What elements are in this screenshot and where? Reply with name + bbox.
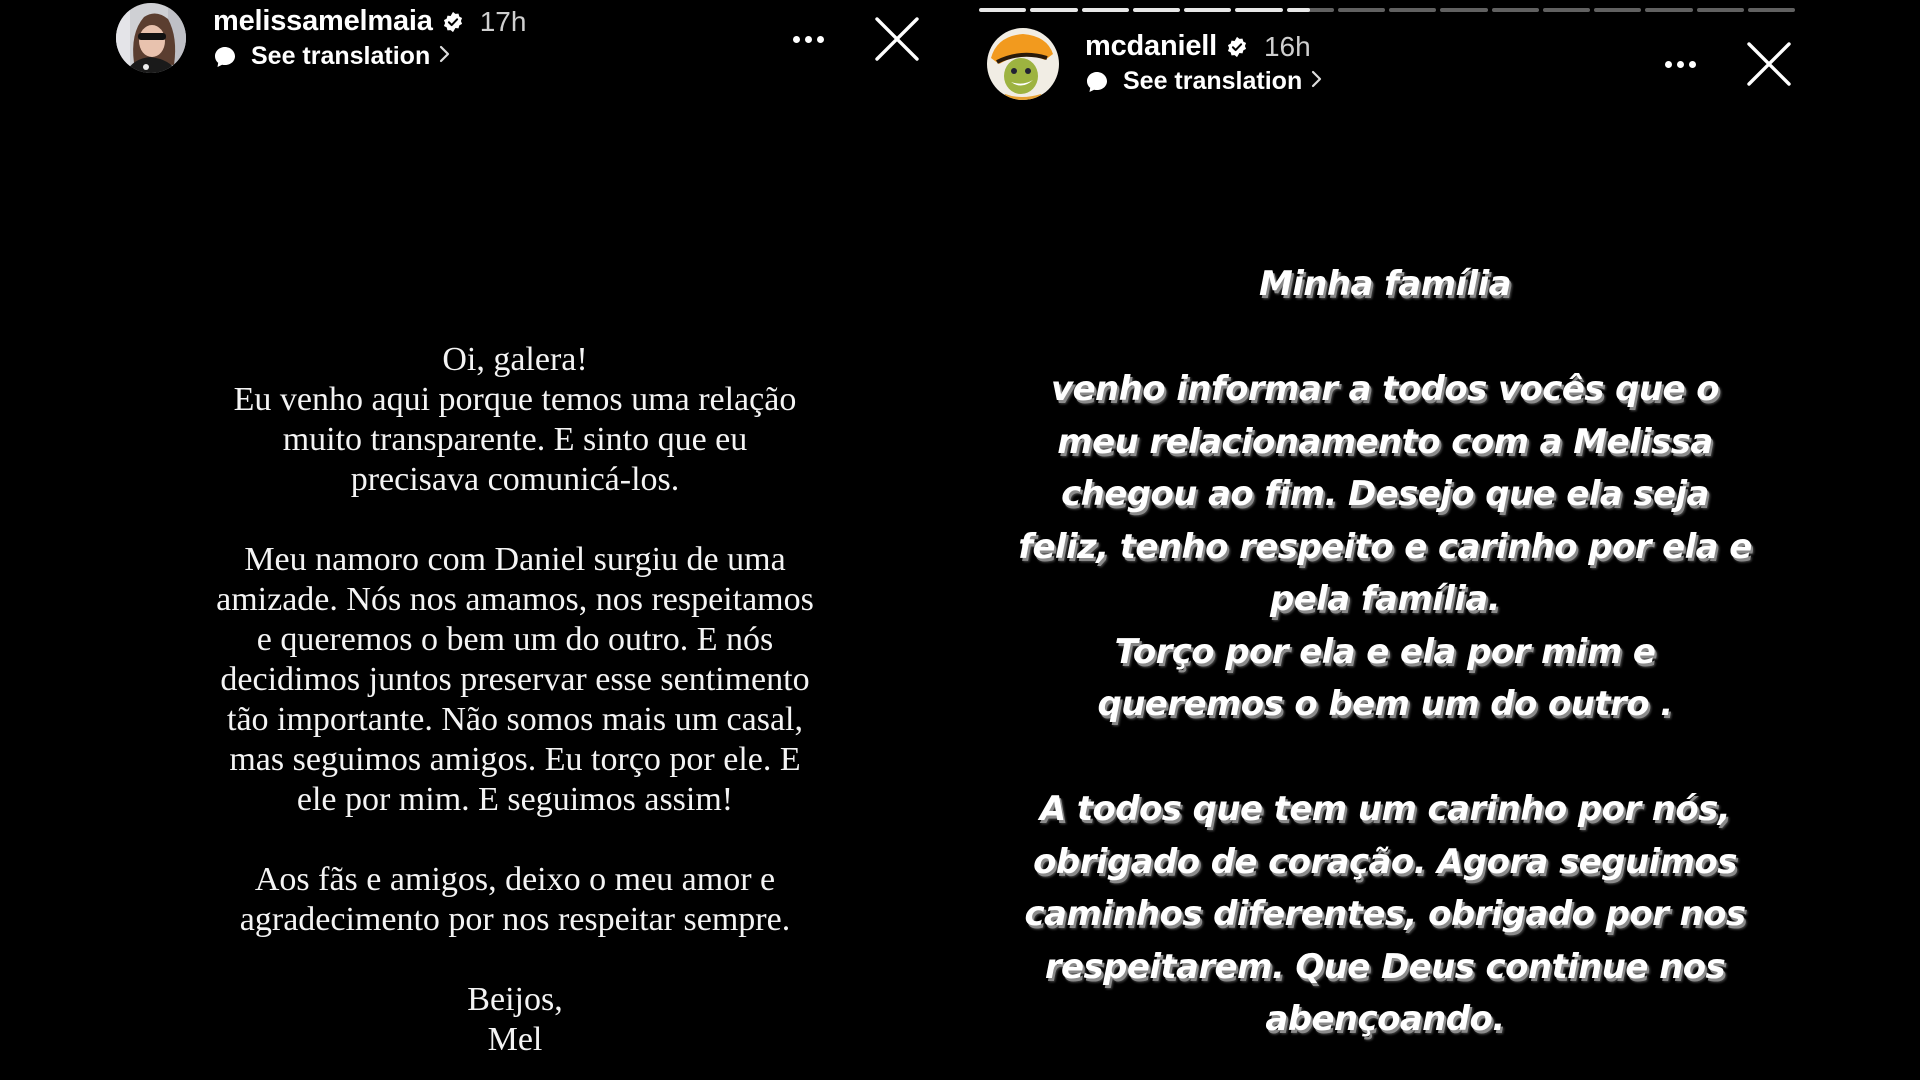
progress-segment (1696, 8, 1744, 12)
story-text-line: abençoando. (1265, 999, 1505, 1039)
verified-badge-icon (442, 11, 464, 33)
progress-segment (1542, 8, 1590, 12)
close-icon[interactable] (874, 16, 920, 62)
see-translation-button[interactable]: See translation (213, 42, 451, 71)
more-options-icon[interactable] (1665, 61, 1696, 68)
paragraph-spacer (980, 731, 1790, 784)
story-text-melissa: Oi, galera! Eu venho aqui porque temos um… (120, 340, 910, 1060)
username[interactable]: melissamelmaia (213, 5, 433, 38)
story-text-mcdaniell: Minha família venho informar a todos você… (980, 258, 1790, 1046)
progress-segment (1235, 8, 1283, 12)
story-text-line: pela família. (1269, 579, 1501, 619)
story-text-line: Meu namoro com Daniel surgiu de uma (244, 541, 786, 578)
story-text-line: queremos o bem um do outro . (1097, 684, 1673, 724)
avatar-mcdaniell[interactable] (987, 28, 1059, 100)
story-text-line: caminhos diferentes, obrigado por nos (1024, 894, 1746, 934)
story-text-line: chegou ao fim. Desejo que ela seja (1061, 474, 1709, 514)
progress-segment (1594, 8, 1642, 12)
story-text-line: e queremos o bem um do outro. E nós (256, 621, 774, 658)
story-text-line: amizade. Nós nos amamos, nos respeitamos (216, 581, 814, 618)
paragraph-spacer (120, 500, 910, 540)
story-header-user: melissamelmaia 17h (213, 5, 526, 38)
story-melissamelmaia[interactable]: melissamelmaia 17h See translation Oi, g… (100, 0, 940, 1080)
story-text-line: venho informar a todos vocês que o (1051, 369, 1720, 409)
verified-badge-icon (1226, 36, 1248, 58)
username[interactable]: mcdaniell (1085, 30, 1217, 63)
progress-segment (1337, 8, 1385, 12)
story-header-user: mcdaniell 16h (1085, 30, 1311, 63)
avatar-melissamelmaia[interactable] (116, 3, 186, 73)
progress-segment (1030, 8, 1078, 12)
story-text-line: muito transparente. E sinto que eu (282, 421, 748, 458)
progress-segment (979, 8, 1027, 12)
see-translation-label: See translation (1123, 67, 1303, 95)
chevron-right-icon (1311, 68, 1323, 96)
paragraph-spacer (980, 311, 1790, 364)
story-text-line: Torço por ela e ela por mim e (1114, 631, 1656, 672)
story-text-line: Beijos, (467, 981, 563, 1018)
story-text-line: Oi, galera! (442, 341, 588, 378)
story-text-line: precisava comunicá-los. (350, 461, 680, 498)
story-text-line: A todos que tem um carinho por nós, (1039, 789, 1731, 829)
story-text-line: Aos fãs e amigos, deixo o meu amor e (254, 861, 776, 898)
speech-bubble-icon (213, 45, 237, 69)
see-translation-label: See translation (251, 42, 431, 70)
more-options-icon[interactable] (793, 36, 824, 43)
progress-segment (1184, 8, 1232, 12)
story-text-line: meu relacionamento com a Melissa (1057, 421, 1713, 462)
story-text-line: Mel (487, 1021, 543, 1058)
paragraph-spacer (120, 940, 910, 980)
story-text-line: Minha família (1259, 264, 1512, 304)
story-text-line: respeitarem. Que Deus continue nos (1044, 946, 1726, 987)
progress-segment (1491, 8, 1539, 12)
chevron-right-icon (439, 43, 451, 71)
post-time: 16h (1263, 30, 1311, 62)
progress-segment (1645, 8, 1693, 12)
progress-segment (1389, 8, 1437, 12)
story-text-line: ele por mim. E seguimos assim! (296, 781, 734, 818)
story-progress-bar (979, 8, 1795, 12)
progress-segment (1440, 8, 1488, 12)
progress-segment (1132, 8, 1180, 12)
progress-segment (1747, 8, 1795, 12)
see-translation-button[interactable]: See translation (1085, 67, 1323, 96)
story-text-line: feliz, tenho respeito e carinho por ela … (1018, 526, 1752, 567)
story-text-line: agradecimento por nos respeitar sempre. (239, 901, 791, 938)
speech-bubble-icon (1085, 70, 1109, 94)
story-text-line: tão importante. Não somos mais um casal, (227, 701, 803, 738)
story-text-line: obrigado de coração. Agora seguimos (1033, 841, 1737, 882)
paragraph-spacer (120, 820, 910, 860)
story-mcdaniell[interactable]: mcdaniell 16h See translation Minha famí… (970, 0, 1810, 1080)
progress-segment (1286, 8, 1334, 12)
post-time: 17h (479, 5, 527, 37)
close-icon[interactable] (1746, 41, 1792, 87)
story-text-line: mas seguimos amigos. Eu torço por ele. E (229, 741, 801, 778)
story-text-line: decidimos juntos preservar esse sentimen… (220, 661, 810, 698)
story-text-line: Eu venho aqui porque temos uma relação (233, 381, 797, 418)
progress-segment (1081, 8, 1129, 12)
